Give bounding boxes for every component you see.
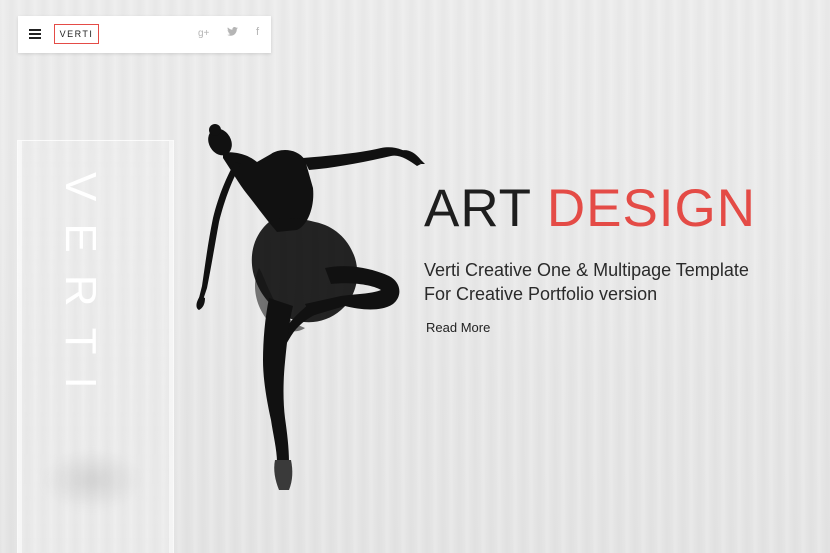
hero-subtitle-line2: For Creative Portfolio version <box>424 284 658 304</box>
twitter-icon[interactable] <box>227 27 238 36</box>
panel-shadow <box>42 450 142 510</box>
hero-subtitle: Verti Creative One & Multipage Template … <box>424 258 824 306</box>
top-navbar: VERTI g+ f <box>18 16 271 53</box>
vertical-brand-text: VERTI <box>56 172 105 411</box>
hero-subtitle-line1: Verti Creative One & Multipage Template <box>424 260 749 280</box>
site-logo[interactable]: VERTI <box>54 24 99 44</box>
hamburger-menu-icon[interactable] <box>29 29 41 39</box>
ballet-dancer-image <box>196 124 425 490</box>
google-plus-icon[interactable]: g+ <box>198 28 209 39</box>
facebook-icon[interactable]: f <box>256 26 259 38</box>
hero-title: ART DESIGN <box>424 178 756 239</box>
hero-title-accent: DESIGN <box>546 179 757 238</box>
hero-title-main: ART <box>424 179 532 238</box>
read-more-link[interactable]: Read More <box>426 320 490 335</box>
